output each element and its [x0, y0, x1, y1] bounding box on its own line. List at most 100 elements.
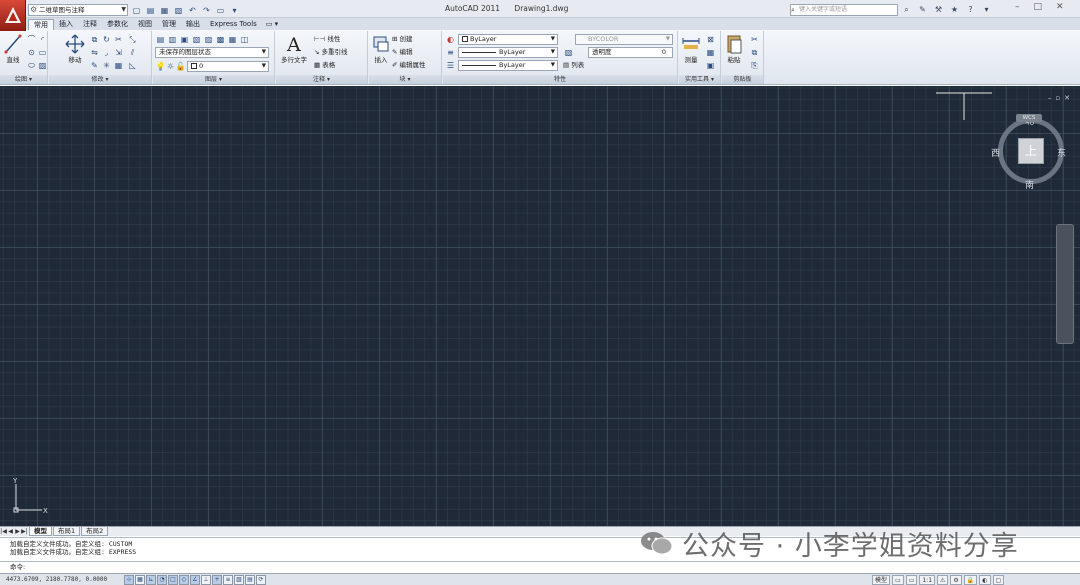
viewcube[interactable]: 上 北 南 西 东	[991, 114, 1068, 191]
navigation-bar[interactable]	[1056, 224, 1074, 344]
scale-icon[interactable]: ⤡	[127, 34, 138, 45]
calculator-icon[interactable]: ▦	[705, 47, 716, 58]
close-button[interactable]: ✕	[1056, 2, 1064, 12]
lineweight-icon[interactable]: ☰	[445, 60, 456, 71]
snap-toggle[interactable]: ⊹	[124, 575, 134, 585]
annotation-visibility-icon[interactable]: ⚠	[937, 575, 949, 585]
application-menu-button[interactable]	[0, 0, 26, 31]
panel-title-layers[interactable]: 图层 ▾	[153, 75, 274, 84]
edit-attributes-button[interactable]: ✐ 编辑属性	[392, 60, 426, 71]
color-dropdown[interactable]: ByLayer ▼	[458, 34, 558, 45]
save-icon[interactable]: ▦	[158, 4, 171, 16]
panel-title-clipboard[interactable]: 剪贴板	[722, 75, 763, 84]
chamfer-icon[interactable]: ◺	[127, 60, 138, 71]
transparency-icon[interactable]: ▧	[563, 47, 574, 58]
explode-icon[interactable]: ✳	[101, 60, 112, 71]
cursor-coordinates[interactable]: 4473.6709, 2180.7780, 0.0000	[6, 575, 107, 585]
tab-model[interactable]: 模型	[29, 527, 52, 536]
current-layer-dropdown[interactable]: 0 ▼	[187, 61, 269, 72]
id-point-icon[interactable]: ▣	[705, 60, 716, 71]
viewport-minimize-button[interactable]: –	[1048, 94, 1052, 102]
dim-linear-button[interactable]: ⊢⊣ 线性	[314, 34, 340, 45]
ducs-toggle[interactable]: ⊥	[201, 575, 211, 585]
layer-properties-icon[interactable]: ▤	[155, 34, 166, 45]
help-search-input[interactable]: ⌕ 键入关键字或短语	[790, 4, 898, 16]
tab-home[interactable]: 常用	[28, 19, 54, 30]
tab-insert[interactable]: 插入	[54, 19, 78, 30]
quick-view-drawings-icon[interactable]: ▭	[905, 575, 918, 585]
arc-icon[interactable]: ◜	[37, 34, 48, 45]
quick-view-layouts-icon[interactable]: ▭	[892, 575, 904, 585]
maximize-button[interactable]: □	[1034, 2, 1043, 12]
lineweight-dropdown[interactable]: ByLayer ▼	[458, 60, 558, 71]
lock-ui-icon[interactable]: 🔒	[963, 575, 978, 585]
move-button[interactable]: 移动	[63, 33, 87, 64]
polar-toggle[interactable]: ◔	[157, 575, 167, 585]
qat-menu-icon[interactable]: ▾	[228, 4, 241, 16]
redo-icon[interactable]: ↷	[200, 4, 213, 16]
match-properties-icon[interactable]: ◐	[445, 34, 456, 45]
create-block-button[interactable]: ⊞ 创建	[392, 34, 413, 45]
layer-match-icon[interactable]: ▦	[227, 34, 238, 45]
circle-icon[interactable]: ⊙	[26, 47, 37, 58]
chevron-down-icon[interactable]: ▾	[980, 4, 993, 16]
panel-title-block[interactable]: 块 ▾	[369, 75, 441, 84]
otrack-toggle[interactable]: ∠	[190, 575, 200, 585]
tab-manage[interactable]: 管理	[157, 19, 181, 30]
subscription-icon[interactable]: ✎	[916, 4, 929, 16]
binoculars-icon[interactable]: ⌕	[900, 4, 913, 16]
compass-west[interactable]: 西	[991, 146, 1000, 159]
selection-cycling-toggle[interactable]: ⟳	[256, 575, 266, 585]
prev-tab-button[interactable]: ◀	[7, 528, 14, 535]
table-button[interactable]: ▦ 表格	[314, 60, 335, 71]
viewport-restore-button[interactable]: ▫	[1055, 94, 1060, 102]
compass-south[interactable]: 南	[1025, 178, 1034, 191]
workspace-switch-icon[interactable]: ⚙	[950, 575, 962, 585]
dyn-toggle[interactable]: +	[212, 575, 222, 585]
line-button[interactable]: 直线	[1, 33, 25, 64]
edit-block-button[interactable]: ✎ 编辑	[392, 47, 413, 58]
tab-layout2[interactable]: 布局2	[81, 527, 109, 536]
lineweight-toggle[interactable]: ≡	[223, 575, 233, 585]
tab-annotate[interactable]: 注释	[78, 19, 102, 30]
lock-icon[interactable]: 🔓	[175, 61, 186, 72]
quick-select-icon[interactable]: ⊠	[705, 34, 716, 45]
layer-state-icon[interactable]: ▥	[167, 34, 178, 45]
viewport-close-button[interactable]: ✕	[1064, 94, 1070, 102]
undo-icon[interactable]: ↶	[186, 4, 199, 16]
annotation-scale[interactable]: 1:1	[919, 575, 936, 585]
open-icon[interactable]: ▤	[144, 4, 157, 16]
layer-iso-icon[interactable]: ▣	[179, 34, 190, 45]
layer-prev-icon[interactable]: ◫	[239, 34, 250, 45]
array-icon[interactable]: ▦	[113, 60, 124, 71]
linetype-dropdown[interactable]: ByLayer ▼	[458, 47, 558, 58]
panel-title-modify[interactable]: 修改 ▾	[49, 75, 151, 84]
rectangle-icon[interactable]: ▭	[37, 47, 48, 58]
compass-east[interactable]: 东	[1057, 146, 1066, 159]
osnap-toggle[interactable]: □	[168, 575, 178, 585]
isolate-objects-icon[interactable]: ◐	[979, 575, 991, 585]
linetype-icon[interactable]: ≡	[445, 47, 456, 58]
layer-freeze-icon[interactable]: ▨	[203, 34, 214, 45]
tab-parametric[interactable]: 参数化	[102, 19, 133, 30]
paste-button[interactable]: 粘贴	[722, 33, 746, 64]
panel-title-utilities[interactable]: 实用工具 ▾	[679, 75, 720, 84]
plotstyle-dropdown[interactable]: BYCOLOR ▼	[575, 34, 673, 45]
transparency-toggle[interactable]: ▧	[234, 575, 244, 585]
next-tab-button[interactable]: ▶	[14, 528, 21, 535]
drawing-area[interactable]: – ▫ ✕ 上 北 南 西 东 Y X	[0, 86, 1080, 526]
ortho-toggle[interactable]: ⊾	[146, 575, 156, 585]
layer-off-icon[interactable]: ▧	[191, 34, 202, 45]
wcs-menu[interactable]: WCS	[1016, 114, 1042, 122]
fillet-icon[interactable]: ◞	[101, 47, 112, 58]
favorites-icon[interactable]: ★	[948, 4, 961, 16]
minimize-button[interactable]: –	[1015, 2, 1020, 12]
viewcube-top-face[interactable]: 上	[1018, 138, 1044, 164]
saveas-icon[interactable]: ▧	[172, 4, 185, 16]
tab-output[interactable]: 输出	[181, 19, 205, 30]
copy-clip-icon[interactable]: ⧉	[749, 47, 760, 58]
erase-icon[interactable]: ✎	[89, 60, 100, 71]
workspace-dropdown[interactable]: ⚙ 二维草图与注释 ▼	[28, 4, 128, 16]
offset-icon[interactable]: ⫽	[127, 47, 138, 58]
first-tab-button[interactable]: |◀	[0, 528, 7, 535]
